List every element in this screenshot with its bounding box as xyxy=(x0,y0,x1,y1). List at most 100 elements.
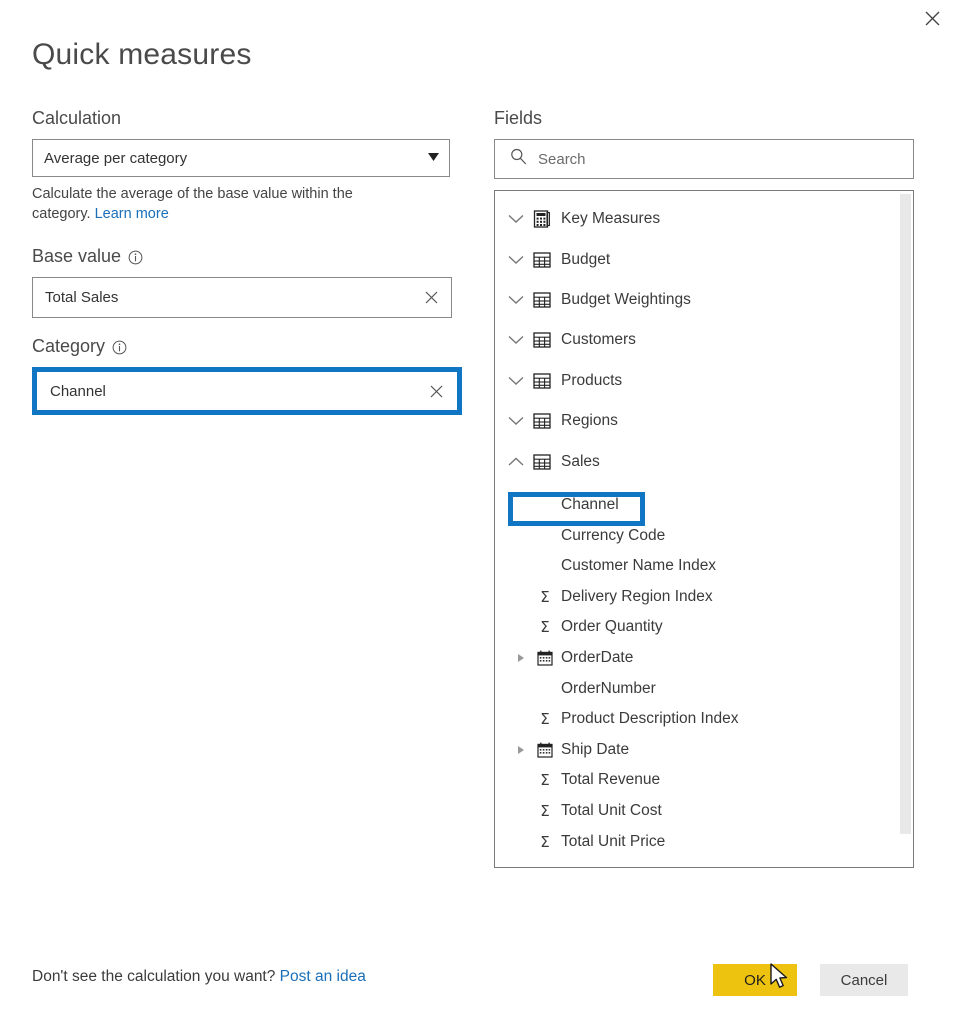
fields-table-row[interactable]: Customers xyxy=(495,320,913,360)
field-item[interactable]: Customer Name Index xyxy=(495,551,913,582)
category-label: Category xyxy=(32,336,452,357)
field-label: Ship Date xyxy=(561,740,630,758)
table-icon xyxy=(529,292,555,308)
fields-table-row[interactable]: Regions xyxy=(495,401,913,441)
calculation-help-text: Calculate the average of the base value … xyxy=(32,184,412,224)
chevron-down-icon[interactable] xyxy=(503,376,529,386)
chevron-up-icon[interactable] xyxy=(503,457,529,467)
field-item[interactable]: OrderDate xyxy=(495,643,913,674)
sigma-icon: Σ xyxy=(540,771,550,790)
fields-table-label: Budget Weightings xyxy=(561,290,691,308)
info-icon xyxy=(128,250,143,265)
table-icon xyxy=(529,413,555,429)
fields-table-row[interactable]: Products xyxy=(495,361,913,401)
fields-table-row[interactable]: Key Measures xyxy=(495,199,913,239)
fields-tree-content: Key Measures Budget Budget Weightings Cu… xyxy=(495,191,913,867)
close-icon xyxy=(925,11,940,26)
expand-triangle-icon[interactable] xyxy=(509,745,533,755)
fields-table-label: Customers xyxy=(561,331,636,349)
sigma-icon: Σ xyxy=(540,618,550,637)
calendar-icon xyxy=(533,742,557,758)
footer-note-text: Don't see the calculation you want? xyxy=(32,968,280,985)
field-item[interactable]: Σ Total Revenue xyxy=(495,765,913,796)
sigma-icon: Σ xyxy=(540,710,550,729)
calculator-icon xyxy=(529,210,555,228)
footer-note: Don't see the calculation you want? Post… xyxy=(32,968,366,986)
fields-table-row-sales[interactable]: Sales xyxy=(495,441,913,481)
field-item[interactable]: Ship Date xyxy=(495,734,913,765)
table-icon xyxy=(529,332,555,349)
fields-label: Fields xyxy=(494,108,914,129)
field-item[interactable]: Σ Total Unit Cost xyxy=(495,796,913,827)
ok-button[interactable]: OK xyxy=(713,964,797,996)
field-item[interactable]: Σ Product Description Index xyxy=(495,704,913,735)
chevron-down-icon[interactable] xyxy=(503,295,529,305)
field-item[interactable]: OrderNumber xyxy=(495,673,913,704)
chevron-down-icon[interactable] xyxy=(503,416,529,426)
learn-more-link[interactable]: Learn more xyxy=(95,206,169,222)
field-item[interactable]: Σ Order Quantity xyxy=(495,612,913,643)
clear-base-value-icon[interactable] xyxy=(423,290,439,306)
fields-panel: Fields Search Key Measures Budget Budget… xyxy=(494,108,914,868)
base-value-field[interactable]: Total Sales xyxy=(32,277,452,318)
cancel-button[interactable]: Cancel xyxy=(820,964,908,996)
table-icon xyxy=(529,453,555,470)
field-label: Channel xyxy=(561,496,619,514)
calculation-help-sentence: Calculate the average of the base value … xyxy=(32,186,353,222)
field-label: OrderNumber xyxy=(561,679,656,697)
chevron-down-icon[interactable] xyxy=(503,255,529,265)
info-icon xyxy=(112,340,127,355)
base-value-label: Base value xyxy=(32,246,452,267)
chevron-down-icon[interactable] xyxy=(503,335,529,345)
fields-table-label: Budget xyxy=(561,250,611,268)
fields-table-label: Sales xyxy=(561,452,600,470)
fields-label-text: Fields xyxy=(494,108,543,128)
category-label-text: Category xyxy=(32,336,106,356)
field-label: Total Revenue xyxy=(561,771,661,789)
field-label: Currency Code xyxy=(561,526,666,544)
left-panel: Calculation Average per category Calcula… xyxy=(32,108,462,415)
sigma-icon: Σ xyxy=(540,587,550,606)
fields-tree: Key Measures Budget Budget Weightings Cu… xyxy=(494,190,914,868)
field-label: Total Unit Price xyxy=(561,832,666,850)
clear-category-icon[interactable] xyxy=(428,383,444,399)
fields-scrollbar-thumb[interactable] xyxy=(900,194,911,834)
calendar-icon xyxy=(533,650,557,666)
calculation-selected-value: Average per category xyxy=(44,149,188,167)
field-item[interactable]: Currency Code xyxy=(495,520,913,551)
field-label: Total Unit Cost xyxy=(561,801,662,819)
field-label: Product Description Index xyxy=(561,710,739,728)
chevron-down-icon xyxy=(428,152,439,164)
field-item-channel[interactable]: Channel xyxy=(495,490,913,521)
field-label: OrderDate xyxy=(561,649,634,666)
field-label: Order Quantity xyxy=(561,618,663,636)
fields-table-row[interactable]: Budget xyxy=(495,239,913,279)
field-search-box[interactable] xyxy=(494,139,914,179)
field-label: Delivery Region Index xyxy=(561,587,713,605)
dialog-title: Quick measures xyxy=(32,38,252,71)
field-item[interactable]: Σ Delivery Region Index xyxy=(495,582,913,613)
category-field-highlight: Channel xyxy=(32,367,462,415)
field-item[interactable]: Σ Total Unit Price xyxy=(495,826,913,857)
calculation-label-text: Calculation xyxy=(32,108,122,128)
fields-table-label: Key Measures xyxy=(561,210,661,228)
chevron-down-icon[interactable] xyxy=(503,214,529,224)
calculation-dropdown[interactable]: Average per category xyxy=(32,139,450,177)
post-an-idea-link[interactable]: Post an idea xyxy=(280,968,366,985)
fields-table-label: Products xyxy=(561,371,623,389)
fields-table-row[interactable]: Budget Weightings xyxy=(495,280,913,320)
fields-table-label: Regions xyxy=(561,412,618,430)
sigma-icon: Σ xyxy=(540,832,550,851)
expand-triangle-icon[interactable] xyxy=(509,653,533,663)
sigma-icon: Σ xyxy=(540,801,550,820)
field-label: Customer Name Index xyxy=(561,557,717,575)
category-value-text: Channel xyxy=(50,382,106,400)
search-input[interactable] xyxy=(538,150,901,168)
base-value-text: Total Sales xyxy=(45,289,119,306)
calculation-label: Calculation xyxy=(32,108,452,129)
category-field[interactable]: Channel xyxy=(37,372,457,410)
fields-scrollbar[interactable] xyxy=(899,192,912,866)
base-value-label-text: Base value xyxy=(32,246,122,266)
close-dialog-button[interactable] xyxy=(912,0,953,36)
table-icon xyxy=(529,373,555,389)
